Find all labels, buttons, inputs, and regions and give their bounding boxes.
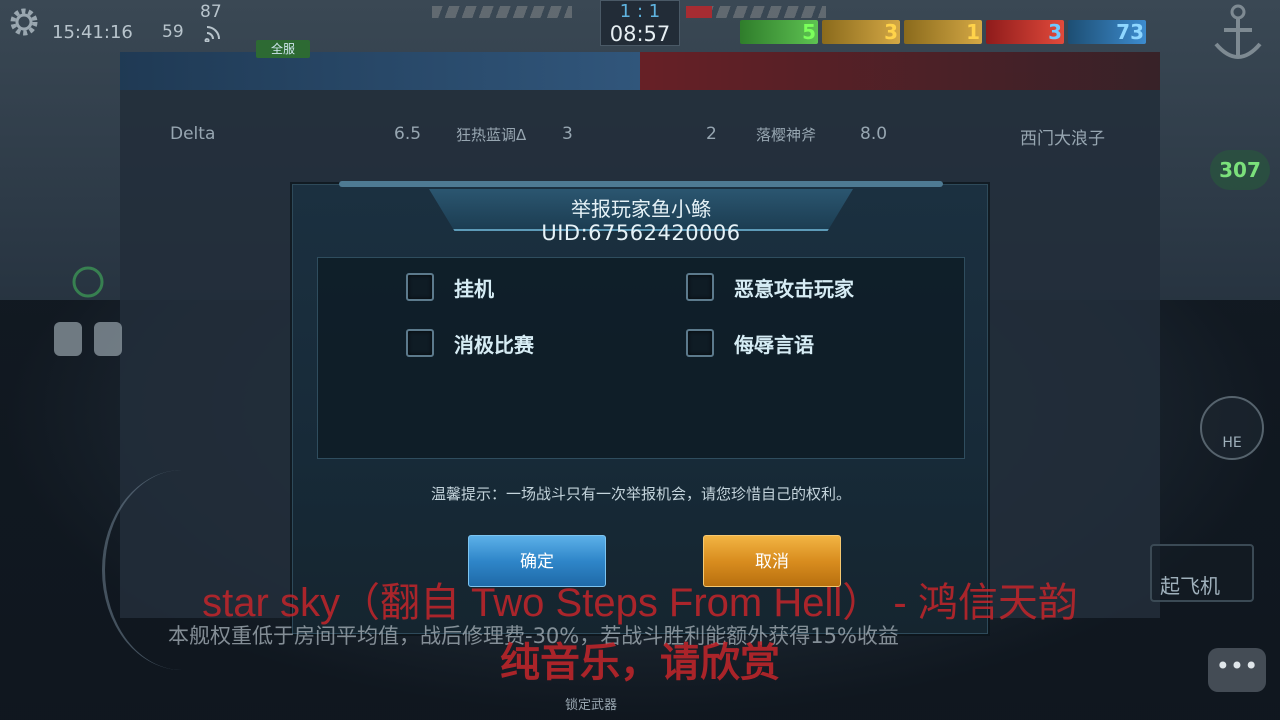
report-tip-text: 温馨提示：一场战斗只有一次举报机会，请您珍惜自己的权利。 xyxy=(430,485,851,503)
checkbox-insulting-language[interactable] xyxy=(686,329,714,357)
scoreboard-left-rating: 6.5 xyxy=(394,124,422,144)
music-subtitle-line1: star sky（翻自 Two Steps From Hell） - 鸿信天韵 xyxy=(202,581,1078,625)
option-attack-players[interactable]: 恶意攻击玩家 xyxy=(686,272,854,302)
report-reasons-panel: 挂机 恶意攻击玩家 消极比赛 侮辱言语 xyxy=(317,257,965,459)
music-subtitle-line2: 纯音乐，请欣赏 xyxy=(500,641,780,685)
scoreboard-right-name: 西门大浪子 xyxy=(1020,129,1105,149)
all-server-tab[interactable]: 全服 xyxy=(256,40,310,58)
destroyer-count-badge: 5 xyxy=(740,20,818,44)
checkbox-afk[interactable] xyxy=(406,273,434,301)
lock-weapon-label[interactable]: 锁定武器 xyxy=(565,694,617,713)
scoreboard-left-name: Delta xyxy=(170,124,216,144)
scoreboard-left-kills: 3 xyxy=(562,124,573,144)
team-red-ship-bar xyxy=(686,6,826,18)
ship-class-counts: 5 3 1 3 73 xyxy=(740,20,1146,46)
submarine-count-badge: 73 xyxy=(1068,20,1146,44)
team-score: 1 : 1 xyxy=(619,1,661,22)
match-score-box: 1 : 1 08:57 xyxy=(600,0,680,46)
checkbox-attack-players[interactable] xyxy=(686,273,714,301)
scoreboard-right-rating: 8.0 xyxy=(860,124,888,144)
cruiser-count-badge: 3 xyxy=(822,20,900,44)
dialog-title: 举报玩家鱼小鲦 xyxy=(571,197,711,221)
top-hud: 15:41:16 87 59 1 : 1 08:57 5 3 1 3 73 xyxy=(0,0,1280,59)
option-passive-play[interactable]: 消极比赛 xyxy=(406,328,534,358)
checkbox-passive-play[interactable] xyxy=(406,329,434,357)
scoreboard-left-player: 狂热蓝调Δ xyxy=(456,126,527,144)
team-blue-ship-bar xyxy=(432,6,572,18)
signal-icon xyxy=(204,26,220,42)
battleship-count-badge: 1 xyxy=(904,20,982,44)
option-afk-label: 挂机 xyxy=(454,276,494,301)
option-afk[interactable]: 挂机 xyxy=(406,272,494,302)
anchor-icon[interactable] xyxy=(1208,0,1268,70)
option-passive-play-label: 消极比赛 xyxy=(454,332,534,357)
report-player-dialog: 举报玩家鱼小鲦 UID:67562420006 挂机 恶意攻击玩家 消极比赛 侮… xyxy=(292,181,988,634)
reward-points-pill: 307 xyxy=(1210,150,1270,190)
settings-gear-icon[interactable] xyxy=(4,2,44,42)
he-ammo-button[interactable]: HE xyxy=(1200,396,1264,460)
option-attack-players-label: 恶意攻击玩家 xyxy=(734,276,854,301)
option-insulting-language-label: 侮辱言语 xyxy=(734,332,814,357)
option-insulting-language[interactable]: 侮辱言语 xyxy=(686,328,814,358)
clock-text: 15:41:16 xyxy=(52,22,133,43)
reported-player-uid: UID:67562420006 xyxy=(541,221,741,245)
scoreboard-red-header xyxy=(640,52,1160,90)
scoreboard-right-player: 落樱神斧 xyxy=(756,126,817,144)
match-timer: 08:57 xyxy=(609,22,671,46)
binoculars-icon[interactable] xyxy=(48,262,128,362)
scoreboard-right-kills: 2 xyxy=(706,124,717,144)
scoreboard-blue-header xyxy=(120,52,640,90)
carrier-count-badge: 3 xyxy=(986,20,1064,44)
fps-text: 87 xyxy=(200,2,222,22)
dialog-top-accent xyxy=(339,181,943,187)
ping-text: 59 xyxy=(162,22,184,42)
